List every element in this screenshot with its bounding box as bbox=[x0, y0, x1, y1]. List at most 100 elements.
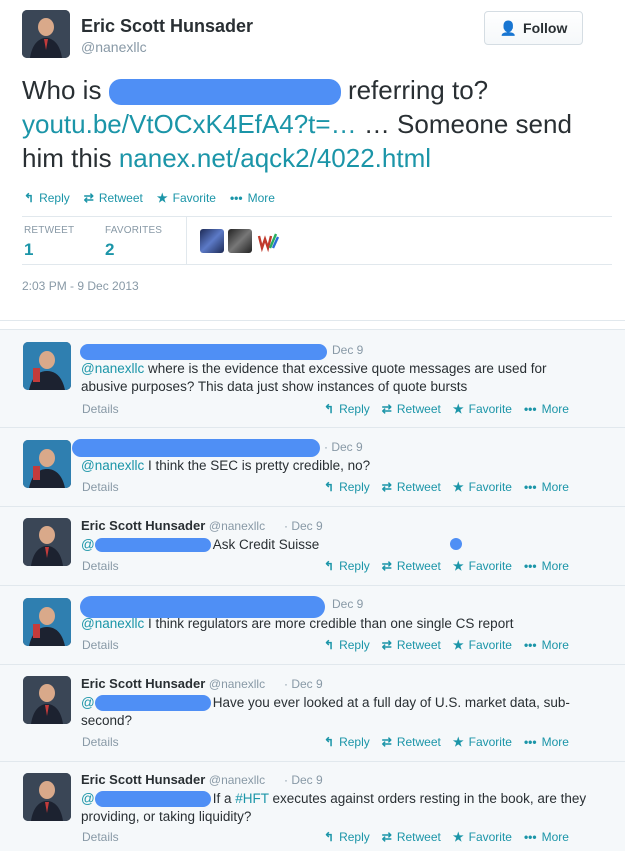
ellipsis-icon: ••• bbox=[523, 638, 537, 652]
reply-tweet[interactable]: Eric Scott Hunsader @nanexllc · Dec 9 @ A… bbox=[0, 506, 625, 585]
reply-tweet[interactable]: Eric Scott Hunsader @nanexllc · Dec 9 @ I… bbox=[0, 761, 625, 851]
follow-button[interactable]: 👤 Follow bbox=[484, 11, 583, 45]
reply-button[interactable]: ↰ Reply bbox=[324, 638, 370, 652]
tweet-text: Who is referring to? youtu.be/VtOCxK4EfA… bbox=[22, 73, 612, 175]
ellipsis-icon: ••• bbox=[523, 830, 537, 844]
reply-avatar[interactable] bbox=[23, 342, 71, 390]
author-avatar[interactable] bbox=[22, 10, 70, 58]
reply-details-link[interactable]: Details bbox=[82, 830, 119, 844]
reply-arrow-icon: ↰ bbox=[324, 480, 335, 494]
reply-author[interactable]: Eric Scott Hunsader @nanexllc bbox=[81, 676, 265, 691]
reply-details-link[interactable]: Details bbox=[82, 559, 119, 573]
favoriter-avatar[interactable] bbox=[228, 229, 252, 253]
reply-button[interactable]: ↰ Reply bbox=[324, 830, 370, 844]
follow-label: Follow bbox=[523, 20, 568, 36]
reply-button[interactable]: ↰ Reply bbox=[324, 735, 370, 749]
reply-author[interactable]: Eric Scott Hunsader @nanexllc bbox=[81, 518, 265, 533]
ellipsis-icon: ••• bbox=[523, 559, 537, 573]
reply-time[interactable]: · Dec 9 bbox=[284, 773, 323, 787]
reply-avatar[interactable] bbox=[23, 676, 71, 724]
retweet-button[interactable]: ⇄ Retweet bbox=[382, 559, 441, 573]
reply-body: Ask Credit Suisse bbox=[212, 537, 320, 552]
reply-details-link[interactable]: Details bbox=[82, 402, 119, 416]
more-button[interactable]: ••• More bbox=[524, 402, 569, 416]
mention-link[interactable]: @nanexllc bbox=[81, 616, 144, 631]
reply-author-handle: @nanexllc bbox=[208, 677, 266, 691]
reply-text: @nanexllc I think the SEC is pretty cred… bbox=[81, 457, 591, 475]
reply-author[interactable]: Eric Scott Hunsader @nanexllc bbox=[81, 772, 265, 787]
mention-link[interactable]: @nanexllc bbox=[81, 458, 144, 473]
hashtag-link[interactable]: #HFT bbox=[235, 791, 269, 806]
reply-actions: ↰ Reply ⇄ Retweet ★ Favorite ••• More bbox=[324, 735, 569, 749]
retweet-icon: ⇄ bbox=[381, 735, 392, 749]
reply-time[interactable]: · Dec 9 bbox=[284, 677, 323, 691]
reply-avatar[interactable] bbox=[23, 518, 71, 566]
retweet-button[interactable]: ⇄ Retweet bbox=[382, 638, 441, 652]
more-button[interactable]: ••• More bbox=[230, 191, 275, 205]
author-name[interactable]: Eric Scott Hunsader bbox=[81, 16, 253, 37]
tweet-timestamp[interactable]: 2:03 PM - 9 Dec 2013 bbox=[22, 279, 139, 293]
more-button[interactable]: ••• More bbox=[524, 735, 569, 749]
mention-link[interactable]: @ bbox=[81, 537, 95, 552]
reply-button[interactable]: ↰ Reply bbox=[324, 480, 370, 494]
reply-details-link[interactable]: Details bbox=[82, 735, 119, 749]
reply-author-name: Eric Scott Hunsader bbox=[81, 772, 206, 787]
retweet-button[interactable]: ⇄ Retweet bbox=[84, 191, 143, 205]
reply-avatar[interactable] bbox=[23, 773, 71, 821]
more-button[interactable]: ••• More bbox=[524, 830, 569, 844]
reply-button[interactable]: ↰ Reply bbox=[24, 191, 70, 205]
more-button[interactable]: ••• More bbox=[524, 480, 569, 494]
reply-button[interactable]: ↰ Reply bbox=[324, 559, 370, 573]
reply-tweet[interactable]: Dec 9 @nanexllc I think regulators are m… bbox=[0, 585, 625, 664]
retweet-label: Retweet bbox=[396, 638, 441, 652]
favoriter-avatar[interactable] bbox=[256, 229, 280, 253]
mention-link[interactable]: @ bbox=[81, 791, 95, 806]
tweet-link-youtube[interactable]: youtu.be/VtOCxK4EfA4?t=… bbox=[22, 109, 357, 139]
favorite-button[interactable]: ★ Favorite bbox=[453, 735, 512, 749]
reply-tweet[interactable]: Dec 9 @nanexllc where is the evidence th… bbox=[0, 329, 625, 427]
reply-label: Reply bbox=[339, 638, 370, 652]
favorite-button[interactable]: ★ Favorite bbox=[157, 191, 216, 205]
author-handle[interactable]: @nanexllc bbox=[81, 39, 147, 55]
reply-actions: ↰ Reply ⇄ Retweet ★ Favorite ••• More bbox=[324, 402, 569, 416]
favorite-button[interactable]: ★ Favorite bbox=[453, 559, 512, 573]
reply-time[interactable]: Dec 9 bbox=[332, 597, 363, 611]
reply-time[interactable]: · Dec 9 bbox=[324, 440, 363, 454]
reply-tweet[interactable]: Eric Scott Hunsader @nanexllc · Dec 9 @ H… bbox=[0, 664, 625, 761]
tweet-link-nanex[interactable]: nanex.net/aqck2/4022.html bbox=[119, 143, 431, 173]
more-button[interactable]: ••• More bbox=[524, 559, 569, 573]
favorite-button[interactable]: ★ Favorite bbox=[453, 480, 512, 494]
favoriter-avatar[interactable] bbox=[200, 229, 224, 253]
favorite-button[interactable]: ★ Favorite bbox=[453, 830, 512, 844]
reply-time[interactable]: · Dec 9 bbox=[284, 519, 323, 533]
retweet-button[interactable]: ⇄ Retweet bbox=[382, 735, 441, 749]
retweet-button[interactable]: ⇄ Retweet bbox=[382, 480, 441, 494]
favorite-button[interactable]: ★ Favorite bbox=[453, 638, 512, 652]
reply-actions: ↰ Reply ⇄ Retweet ★ Favorite ••• More bbox=[324, 830, 569, 844]
star-icon: ★ bbox=[452, 559, 464, 573]
reply-body: I think regulators are more credible tha… bbox=[144, 616, 514, 631]
mention-link[interactable]: @nanexllc bbox=[81, 361, 144, 376]
retweet-button[interactable]: ⇄ Retweet bbox=[382, 830, 441, 844]
reply-button[interactable]: ↰ Reply bbox=[324, 402, 370, 416]
reply-avatar[interactable] bbox=[23, 598, 71, 646]
reply-arrow-icon: ↰ bbox=[324, 638, 335, 652]
reply-details-link[interactable]: Details bbox=[82, 638, 119, 652]
retweet-label: Retweet bbox=[396, 402, 441, 416]
reply-time[interactable]: Dec 9 bbox=[332, 343, 363, 357]
retweet-stat[interactable]: RETWEET 1 bbox=[24, 225, 74, 260]
redaction-mark bbox=[80, 344, 327, 360]
redaction-mark bbox=[72, 439, 320, 457]
favorites-stat[interactable]: FAVORITES 2 bbox=[105, 225, 162, 260]
more-label: More bbox=[541, 638, 569, 652]
reply-avatar[interactable] bbox=[23, 440, 71, 488]
more-button[interactable]: ••• More bbox=[524, 638, 569, 652]
ellipsis-icon: ••• bbox=[523, 402, 537, 416]
reply-tweet[interactable]: · Dec 9 @nanexllc I think the SEC is pre… bbox=[0, 427, 625, 506]
reply-details-link[interactable]: Details bbox=[82, 480, 119, 494]
main-tweet: Eric Scott Hunsader @nanexllc 👤 Follow W… bbox=[0, 0, 625, 321]
ellipsis-icon: ••• bbox=[229, 191, 243, 205]
favorite-button[interactable]: ★ Favorite bbox=[453, 402, 512, 416]
mention-link[interactable]: @ bbox=[81, 695, 95, 710]
retweet-button[interactable]: ⇄ Retweet bbox=[382, 402, 441, 416]
